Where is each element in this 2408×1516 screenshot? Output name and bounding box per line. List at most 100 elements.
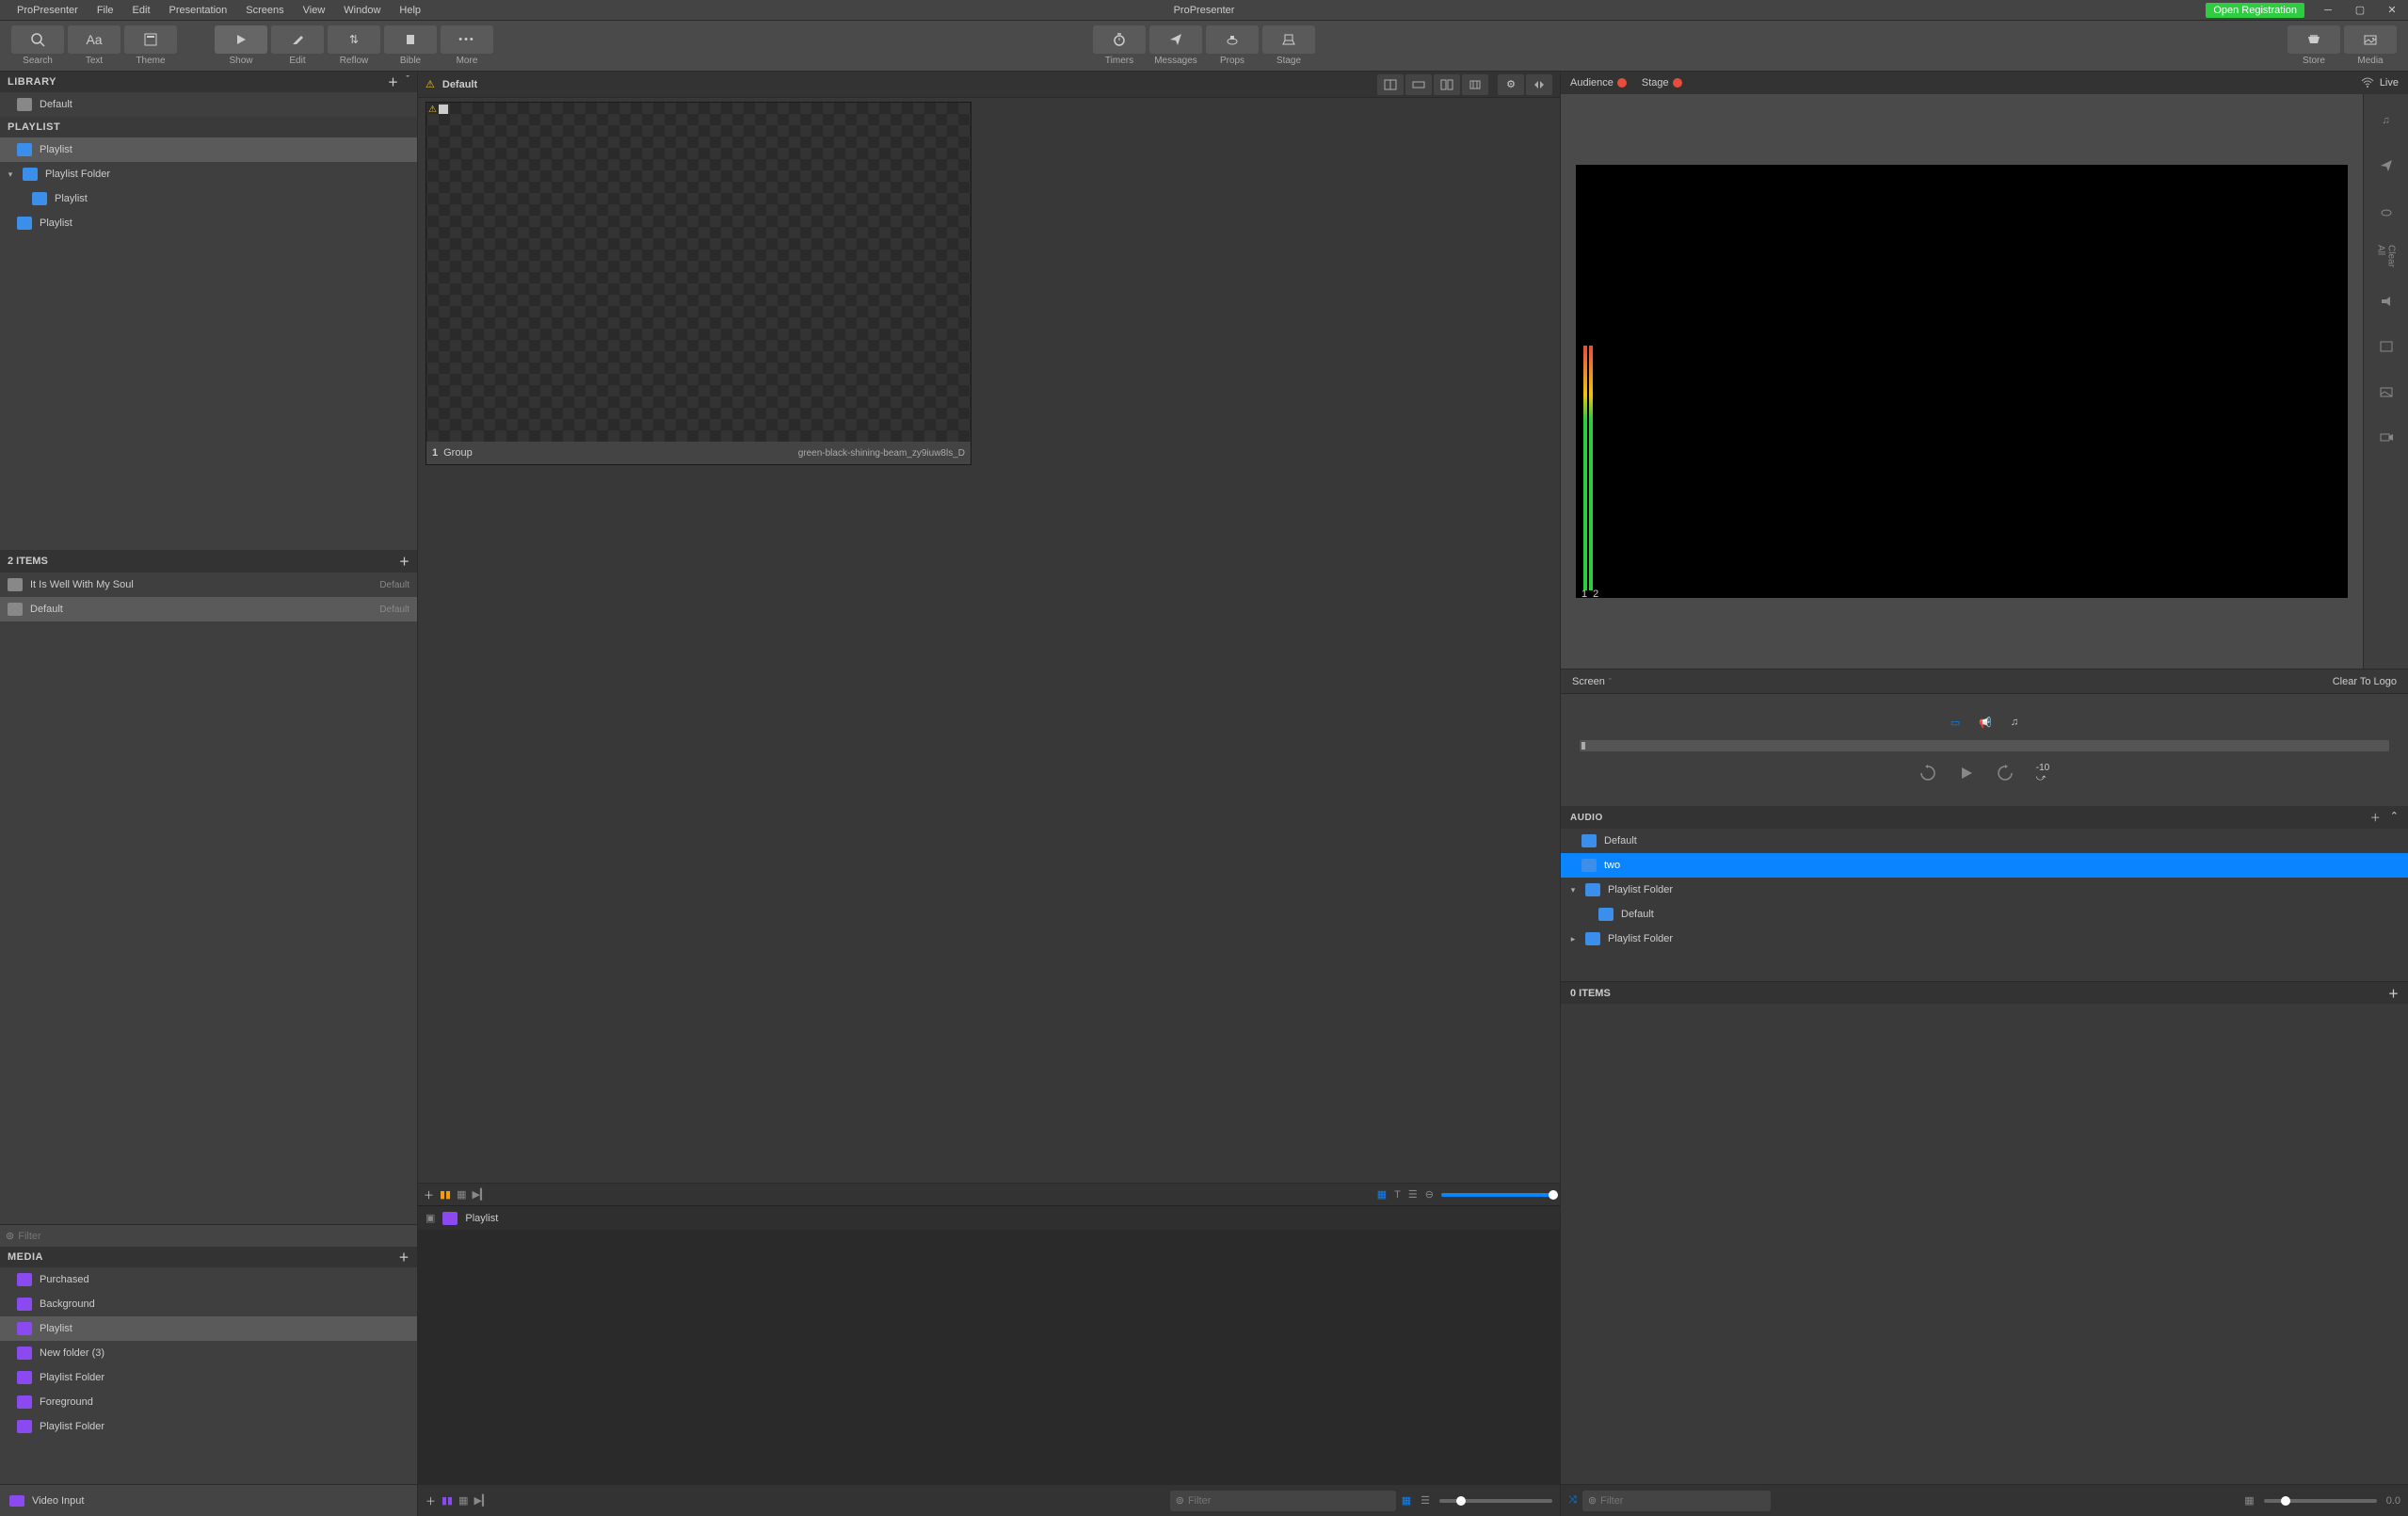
- media-item-purchased[interactable]: Purchased: [0, 1267, 417, 1292]
- add-slide-button[interactable]: ＋: [424, 1187, 434, 1202]
- clear-slide-icon[interactable]: [2375, 335, 2398, 358]
- stage-label[interactable]: Stage: [1642, 77, 1669, 89]
- search-button[interactable]: [11, 25, 64, 54]
- close-button[interactable]: ✕: [2384, 4, 2400, 17]
- play-button[interactable]: [1959, 766, 1974, 781]
- disclosure-icon[interactable]: ▸: [1568, 934, 1578, 944]
- text-view-icon[interactable]: T: [1394, 1189, 1401, 1201]
- media-item-playlistfolder2[interactable]: Playlist Folder: [0, 1414, 417, 1439]
- presentation-item[interactable]: It Is Well With My Soul Default: [0, 573, 417, 597]
- add-media-button[interactable]: ＋: [425, 1493, 436, 1508]
- audio-thumb-slider[interactable]: [2264, 1499, 2377, 1503]
- menu-window[interactable]: Window: [334, 5, 390, 16]
- media-add-button[interactable]: ＋: [399, 1250, 410, 1265]
- video-input-bar[interactable]: Video Input: [0, 1485, 418, 1516]
- playlist-item-nested[interactable]: Playlist: [0, 186, 417, 211]
- playlist-folder[interactable]: ▾ Playlist Folder: [0, 162, 417, 186]
- bible-button[interactable]: [384, 25, 437, 54]
- easy-view-icon[interactable]: ⊖: [1425, 1188, 1434, 1201]
- edit-mode-button[interactable]: [271, 25, 324, 54]
- store-button[interactable]: [2288, 25, 2340, 54]
- settings-button[interactable]: ⚙: [1498, 74, 1524, 95]
- menu-file[interactable]: File: [88, 5, 123, 16]
- toggle-sidebar-icon[interactable]: ▣: [425, 1212, 435, 1224]
- reflow-button[interactable]: ⇅: [328, 25, 380, 54]
- timeline-button[interactable]: [1405, 74, 1432, 95]
- menu-screens[interactable]: Screens: [236, 5, 293, 16]
- clear-to-logo-button[interactable]: Clear To Logo: [2333, 676, 2397, 687]
- media-list-view-icon[interactable]: ☰: [1421, 1494, 1430, 1507]
- media-grid-view-icon[interactable]: ▦: [1402, 1494, 1411, 1507]
- view-mode1-icon[interactable]: ▦: [457, 1188, 466, 1201]
- view-columns-icon[interactable]: ▮▮: [440, 1188, 451, 1201]
- add-item-button[interactable]: ＋: [399, 554, 409, 569]
- more-button[interactable]: •••: [441, 25, 493, 54]
- disclosure-icon[interactable]: ▾: [6, 169, 15, 180]
- layer-audio-icon[interactable]: ♫: [2011, 717, 2018, 729]
- media-button[interactable]: [2344, 25, 2397, 54]
- fg-behavior-icon[interactable]: ▦: [458, 1494, 468, 1507]
- maximize-button[interactable]: ▢: [2352, 4, 2368, 17]
- stage-button[interactable]: [1262, 25, 1315, 54]
- audio-view-icon[interactable]: ▦: [2244, 1494, 2254, 1507]
- menu-presentation[interactable]: Presentation: [160, 5, 237, 16]
- slide-thumbnail[interactable]: ⚠ 1 Group green-black-shining-beam_zy9iu…: [425, 102, 971, 465]
- items-filter-input[interactable]: [18, 1231, 411, 1242]
- next-behavior-icon[interactable]: ▶▎: [474, 1494, 490, 1507]
- macros-button[interactable]: [1462, 74, 1488, 95]
- skip-forward-button[interactable]: [1997, 765, 2014, 782]
- screen-dropdown[interactable]: Screen: [1572, 676, 1605, 687]
- collapse-button[interactable]: [1526, 74, 1552, 95]
- layer-slide-icon[interactable]: ▭: [1950, 717, 1960, 729]
- timers-button[interactable]: [1093, 25, 1146, 54]
- menu-view[interactable]: View: [294, 5, 335, 16]
- menu-app[interactable]: ProPresenter: [8, 5, 88, 16]
- minimize-button[interactable]: ─: [2320, 4, 2336, 17]
- media-item-foreground[interactable]: Foreground: [0, 1390, 417, 1414]
- clear-audio-icon[interactable]: ♫: [2375, 109, 2398, 132]
- audio-add-item-button[interactable]: ＋: [2388, 986, 2399, 1001]
- clear-props-icon[interactable]: [2375, 200, 2398, 222]
- media-filter-input[interactable]: [1188, 1495, 1390, 1507]
- menu-edit[interactable]: Edit: [123, 5, 160, 16]
- media-item-playlist[interactable]: Playlist: [0, 1316, 417, 1341]
- media-item-background[interactable]: Background: [0, 1292, 417, 1316]
- audio-filter-input[interactable]: [1600, 1495, 1765, 1507]
- arrangement-button[interactable]: [1377, 74, 1404, 95]
- jump-end-button[interactable]: -10⤻: [2036, 763, 2049, 783]
- clear-messages-icon[interactable]: [2375, 154, 2398, 177]
- theme-button[interactable]: [124, 25, 177, 54]
- list-view-icon[interactable]: ☰: [1408, 1188, 1418, 1201]
- live-label[interactable]: Live: [2380, 77, 2399, 89]
- clear-announcements-icon[interactable]: [2375, 290, 2398, 313]
- props-button[interactable]: [1206, 25, 1259, 54]
- grid-view-icon[interactable]: ▦: [1377, 1188, 1387, 1201]
- shuffle-button[interactable]: ⤨: [1568, 1494, 1577, 1507]
- audio-folder-collapsed[interactable]: ▸Playlist Folder: [1561, 927, 2408, 951]
- media-item-playlistfolder[interactable]: Playlist Folder: [0, 1365, 417, 1390]
- audio-collapse-button[interactable]: ⌃: [2390, 810, 2399, 825]
- library-options-button[interactable]: ˇ: [407, 74, 410, 89]
- clear-video-icon[interactable]: [2375, 426, 2398, 448]
- playlist-item[interactable]: Playlist: [0, 137, 417, 162]
- thumbnail-size-slider[interactable]: [1441, 1193, 1554, 1197]
- clear-media-icon[interactable]: [2375, 380, 2398, 403]
- playlist-item[interactable]: Playlist: [0, 211, 417, 235]
- clear-all-button[interactable]: Clear All: [2375, 245, 2398, 267]
- layer-announce-icon[interactable]: 📢: [1979, 717, 1992, 729]
- audio-playlist-two[interactable]: two: [1561, 853, 2408, 878]
- bg-behavior-icon[interactable]: ▮▮: [441, 1494, 453, 1507]
- skip-back-button[interactable]: [1919, 765, 1936, 782]
- groups-button[interactable]: [1434, 74, 1460, 95]
- presentation-item[interactable]: Default Default: [0, 597, 417, 621]
- media-thumb-slider[interactable]: [1439, 1499, 1552, 1503]
- audio-playlist-default[interactable]: Default: [1561, 829, 2408, 853]
- library-add-button[interactable]: ＋: [388, 74, 399, 89]
- messages-button[interactable]: [1149, 25, 1202, 54]
- text-button[interactable]: Aa: [68, 25, 120, 54]
- audio-folder[interactable]: ▾Playlist Folder: [1561, 878, 2408, 902]
- playback-progress[interactable]: [1580, 740, 2389, 751]
- menu-help[interactable]: Help: [390, 5, 430, 16]
- library-item-default[interactable]: Default: [0, 92, 417, 117]
- audience-label[interactable]: Audience: [1570, 77, 1613, 89]
